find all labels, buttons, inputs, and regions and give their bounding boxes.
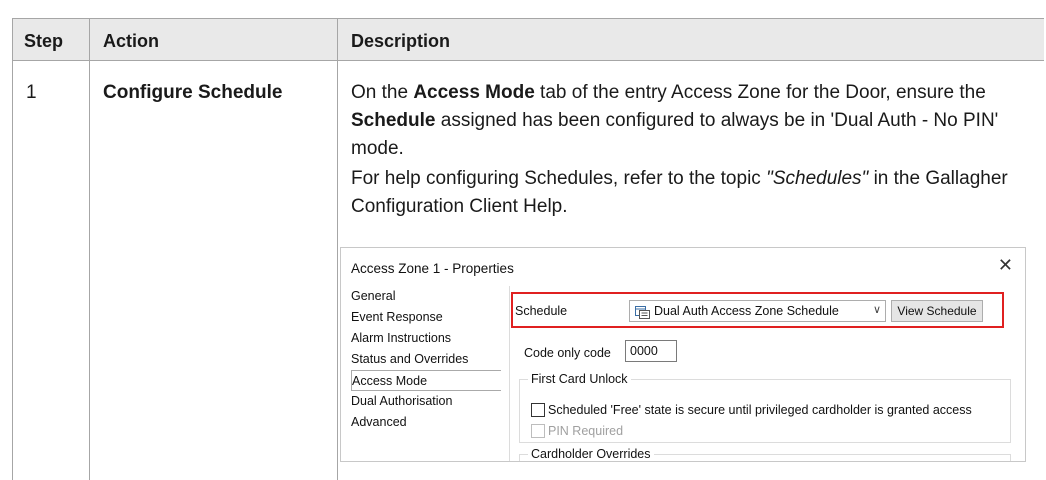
table-header-divider [12,60,1044,61]
schedule-label: Schedule [515,304,568,318]
properties-nav: General Event Response Alarm Instruction… [351,286,509,433]
scheduled-free-secure-checkbox[interactable] [531,403,545,417]
view-schedule-button[interactable]: View Schedule [891,300,983,322]
nav-item-dual-authorisation[interactable]: Dual Authorisation [351,391,509,412]
nav-item-access-mode[interactable]: Access Mode [351,370,501,391]
schedule-dropdown[interactable]: Dual Auth Access Zone Schedule ∨ [629,300,886,322]
chevron-down-icon: ∨ [872,304,881,316]
code-only-label: Code only code [524,346,611,360]
description-paragraph-1: On the Access Mode tab of the entry Acce… [351,82,999,159]
dialog-title: Access Zone 1 - Properties [351,261,514,276]
access-mode-term: Access Mode [413,82,535,103]
header-action: Action [103,31,159,51]
table-border-left [12,18,13,480]
access-zone-properties-dialog: Access Zone 1 - Properties ✕ General Eve… [340,247,1026,462]
close-icon[interactable]: ✕ [998,255,1013,276]
schedule-selected-value: Dual Auth Access Zone Schedule [654,304,839,318]
schedules-topic-reference: "Schedules" [766,168,869,189]
description-paragraph-2: For help configuring Schedules, refer to… [351,168,1008,217]
schedule-calendar-icon [635,306,650,319]
nav-separator [509,286,510,461]
table-border-top [12,18,1044,19]
step-number: 1 [26,82,37,103]
schedule-highlight-box: Schedule Dual Auth Access Zone Schedule … [511,292,1004,328]
nav-item-general[interactable]: General [351,286,509,307]
first-card-unlock-legend: First Card Unlock [528,372,631,386]
action-text: Configure Schedule [103,82,283,103]
column-divider-2 [337,18,338,480]
schedule-term: Schedule [351,110,436,131]
header-step: Step [24,31,64,51]
pin-required-checkbox[interactable] [531,424,545,438]
nav-item-status-overrides[interactable]: Status and Overrides [351,349,509,370]
table-header-row [12,18,1044,60]
pin-required-label: PIN Required [548,424,624,438]
cardholder-overrides-legend: Cardholder Overrides [528,447,654,461]
column-divider-1 [89,18,90,480]
nav-item-event-response[interactable]: Event Response [351,307,509,328]
code-only-input[interactable]: 0000 [625,340,677,362]
nav-item-advanced[interactable]: Advanced [351,412,509,433]
nav-item-alarm-instructions[interactable]: Alarm Instructions [351,328,509,349]
header-description: Description [351,31,451,51]
scheduled-free-secure-label: Scheduled 'Free' state is secure until p… [548,403,972,417]
